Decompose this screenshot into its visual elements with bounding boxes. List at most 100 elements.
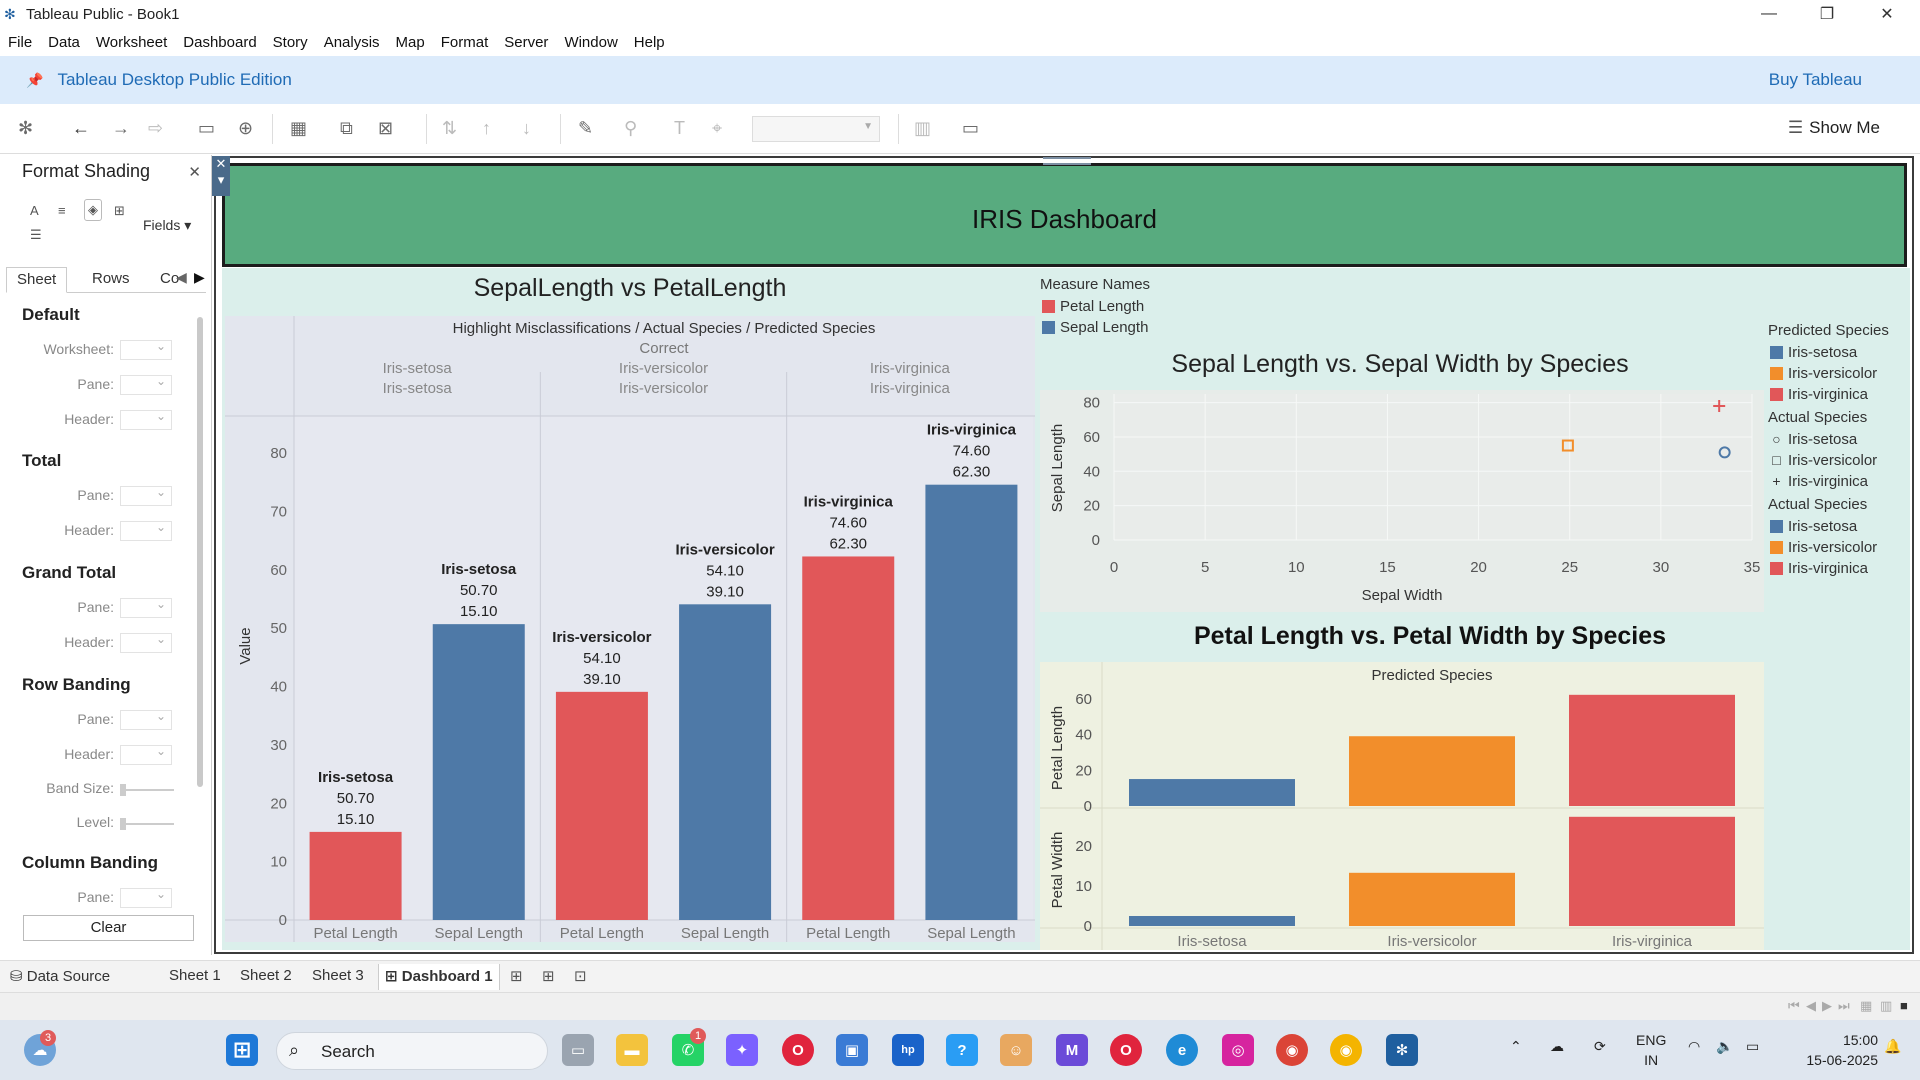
copilot-icon[interactable]: ✦ <box>726 1034 758 1066</box>
show-cards-icon[interactable]: ▥ <box>914 118 931 139</box>
band-size-slider[interactable] <box>120 784 174 796</box>
legend-item-shape-versicolor[interactable]: □ Iris-versicolor <box>1768 450 1889 471</box>
sort-ascending-icon[interactable]: ↑ <box>482 118 491 139</box>
highlight-icon[interactable]: ✎ <box>578 118 593 139</box>
shading-icon[interactable]: ◈ <box>84 199 102 221</box>
previous-sheet-icon[interactable]: ◀ <box>1806 998 1816 1014</box>
input-language[interactable]: ENG IN <box>1636 1030 1666 1070</box>
legend-item-actual-virginica[interactable]: Iris-virginica <box>1768 558 1889 579</box>
menu-data[interactable]: Data <box>48 34 80 51</box>
menu-story[interactable]: Story <box>273 34 308 51</box>
labels-icon[interactable]: T <box>674 118 685 139</box>
wifi-icon[interactable]: ◠ <box>1688 1038 1700 1055</box>
panel-scrollbar[interactable] <box>197 317 203 787</box>
chrome-profile-icon[interactable]: ◉ <box>1330 1034 1362 1066</box>
opera-icon[interactable]: O <box>1110 1034 1142 1066</box>
tableau-taskbar-icon[interactable]: ✻ <box>1386 1034 1418 1066</box>
show-me-button[interactable]: ☰ Show Me <box>1788 118 1880 138</box>
volume-icon[interactable]: 🔈 <box>1716 1038 1733 1055</box>
total-pane-dropdown[interactable] <box>120 485 172 506</box>
replay-icon[interactable]: ⇨ <box>148 118 163 139</box>
microsoft-store-icon[interactable]: ▣ <box>836 1034 868 1066</box>
duplicate-sheet-icon[interactable]: ⧉ <box>340 118 353 139</box>
menu-window[interactable]: Window <box>564 34 617 51</box>
tab-sheet-1[interactable]: Sheet 1 <box>169 967 221 984</box>
tab-rows[interactable]: Rows <box>82 267 140 293</box>
edge-icon[interactable]: e <box>1166 1034 1198 1066</box>
close-window-button[interactable]: ✕ <box>1858 0 1916 28</box>
clear-button[interactable]: Clear <box>23 915 194 941</box>
row-banding-header-dropdown[interactable] <box>120 744 172 765</box>
legend-item-predicted-versicolor[interactable]: Iris-versicolor <box>1768 363 1889 384</box>
remove-object-button[interactable]: ✕ ▾ <box>212 156 230 196</box>
legend-item-shape-virginica[interactable]: + Iris-virginica <box>1768 471 1889 492</box>
group-icon[interactable]: ⚲ <box>624 118 637 139</box>
menu-server[interactable]: Server <box>504 34 548 51</box>
buy-tableau-link[interactable]: Buy Tableau <box>1769 70 1862 90</box>
task-view-icon[interactable]: ▭ <box>562 1034 594 1066</box>
menu-analysis[interactable]: Analysis <box>324 34 380 51</box>
grand-total-header-dropdown[interactable] <box>120 632 172 653</box>
chrome-icon[interactable]: ◉ <box>1276 1034 1308 1066</box>
tab-sheet-3[interactable]: Sheet 3 <box>312 967 364 984</box>
worksheet-shading-dropdown[interactable] <box>120 339 172 360</box>
borders-icon[interactable]: ⊞ <box>114 203 125 219</box>
onedrive-icon[interactable]: ☁ <box>1550 1038 1564 1055</box>
new-story-tab-icon[interactable]: ⊡ <box>574 967 587 985</box>
legend-item-predicted-setosa[interactable]: Iris-setosa <box>1768 342 1889 363</box>
menu-dashboard[interactable]: Dashboard <box>183 34 256 51</box>
new-worksheet-tab-icon[interactable]: ⊞ <box>510 967 523 985</box>
lines-icon[interactable]: ☰ <box>30 227 42 243</box>
pin-icon[interactable]: 📌 <box>26 72 43 89</box>
legend-item-shape-setosa[interactable]: ○ Iris-setosa <box>1768 429 1889 450</box>
menu-file[interactable]: File <box>8 34 32 51</box>
dashboard-title-band[interactable]: IRIS Dashboard <box>222 163 1907 267</box>
legend-item-predicted-virginica[interactable]: Iris-virginica <box>1768 384 1889 405</box>
photos-icon[interactable]: ☺ <box>1000 1034 1032 1066</box>
first-sheet-icon[interactable]: ⏮ <box>1788 998 1800 1014</box>
show-hidden-icons-icon[interactable]: ⌃ <box>1510 1038 1522 1055</box>
save-icon[interactable]: ▭ <box>198 118 215 139</box>
header-shading-dropdown[interactable] <box>120 409 172 430</box>
new-dashboard-tab-icon[interactable]: ⊞ <box>542 967 555 985</box>
menu-map[interactable]: Map <box>396 34 425 51</box>
instagram-icon[interactable]: ◎ <box>1222 1034 1254 1066</box>
tab-dashboard-1[interactable]: ⊞ Dashboard 1 <box>378 964 500 990</box>
taskbar-search[interactable]: ⌕ Search <box>276 1032 548 1070</box>
sort-descending-icon[interactable]: ↓ <box>522 118 531 139</box>
help-icon[interactable]: ? <box>946 1034 978 1066</box>
redo-icon[interactable]: → <box>112 118 130 139</box>
new-data-source-icon[interactable]: ⊕ <box>238 118 253 139</box>
legend-item-actual-versicolor[interactable]: Iris-versicolor <box>1768 537 1889 558</box>
battery-icon[interactable]: ▭ <box>1746 1038 1759 1055</box>
sepal-scatter-chart[interactable]: 0 5 10 15 20 25 30 35 0 20 40 60 80 Sepal Width Sepal … <box>1040 390 1764 612</box>
alignment-icon[interactable]: ≡ <box>58 203 66 218</box>
fit-dropdown[interactable]: ▼ <box>752 116 880 142</box>
system-clock[interactable]: 15:00 15-06-2025 <box>1806 1030 1878 1070</box>
legend-item-sepal-length[interactable]: Sepal Length <box>1040 317 1150 338</box>
data-source-tab[interactable]: ⛁ Data Source <box>10 967 110 985</box>
tableau-logo-icon[interactable]: ✻ <box>18 118 33 139</box>
minimize-button[interactable]: — <box>1740 0 1798 28</box>
file-explorer-icon[interactable]: ▬ <box>616 1034 648 1066</box>
presentation-mode-icon[interactable]: ▭ <box>962 118 979 139</box>
legend-item-actual-setosa[interactable]: Iris-setosa <box>1768 516 1889 537</box>
close-panel-icon[interactable]: ✕ <box>188 163 201 181</box>
menu-help[interactable]: Help <box>634 34 665 51</box>
sync-icon[interactable]: ⟳ <box>1594 1038 1606 1055</box>
m365-icon[interactable]: M <box>1056 1034 1088 1066</box>
tab-scroll-left-icon[interactable]: ◀ <box>176 269 187 286</box>
tab-sheet[interactable]: Sheet <box>6 267 68 293</box>
myhp-icon[interactable]: hp <box>892 1034 924 1066</box>
row-banding-pane-dropdown[interactable] <box>120 709 172 730</box>
fix-axes-icon[interactable]: ⌖ <box>712 118 722 139</box>
column-banding-pane-dropdown[interactable] <box>120 887 172 908</box>
font-icon[interactable]: A <box>30 203 39 218</box>
grand-total-pane-dropdown[interactable] <box>120 597 172 618</box>
clear-sheet-icon[interactable]: ⊠ <box>378 118 393 139</box>
undo-icon[interactable]: ← <box>72 118 90 139</box>
show-tabs-icon[interactable]: ■ <box>1900 998 1908 1013</box>
move-handle[interactable] <box>1043 157 1091 165</box>
notifications-icon[interactable]: 🔔 <box>1884 1038 1901 1055</box>
petal-bar-chart[interactable]: Predicted Species 0 20 40 60 Petal Length 0 10 2… <box>1040 662 1764 950</box>
